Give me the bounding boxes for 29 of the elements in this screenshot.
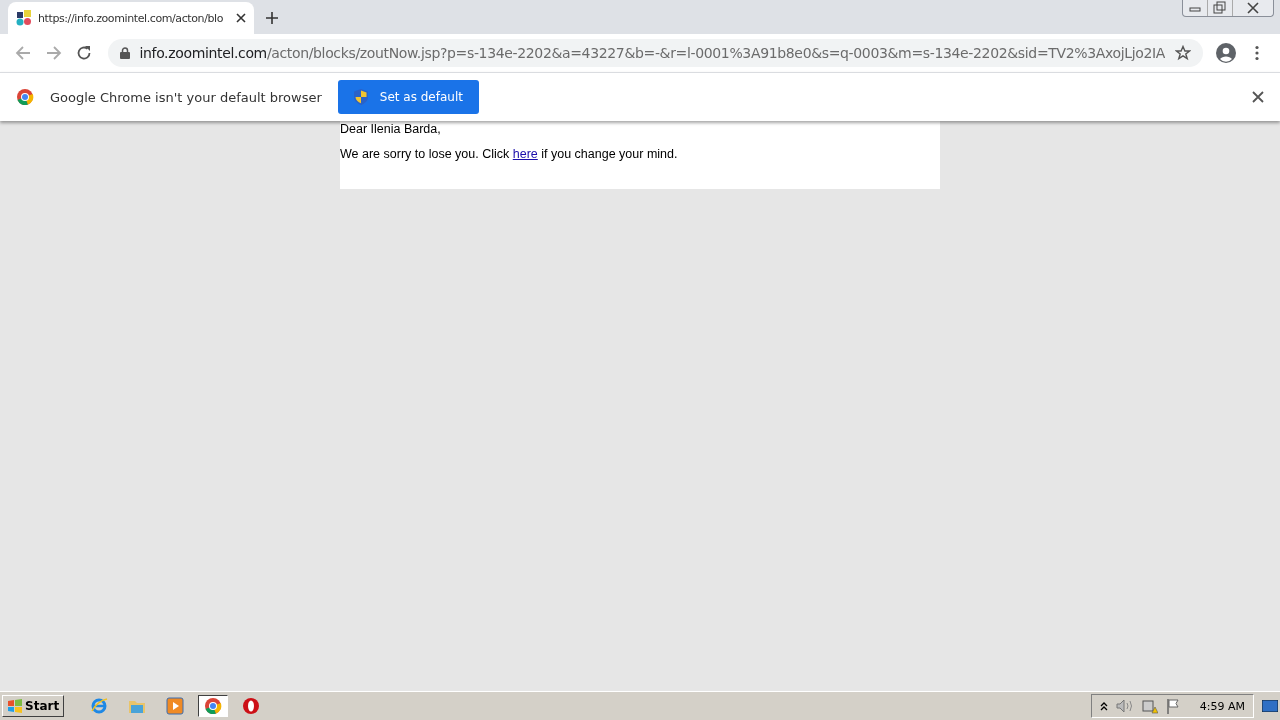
message-text: We are sorry to lose you. Click here if you change your mind. [340,147,679,161]
infobar-message: Google Chrome isn't your default browser [50,89,322,105]
browser-tab[interactable]: https://info.zoomintel.com/acton/blo [8,2,254,34]
chrome-icon[interactable] [204,697,223,715]
favicon-icon [16,10,32,26]
account-icon[interactable] [1216,43,1237,63]
flag-icon[interactable] [1165,698,1180,714]
lock-icon [119,47,130,59]
speaker-icon[interactable] [1115,699,1134,713]
windows-logo-icon [7,699,23,713]
ie-icon[interactable] [90,697,109,715]
here-link[interactable]: here [512,147,538,161]
tab-title: https://info.zoomintel.com/acton/blo [38,11,225,25]
opera-icon[interactable] [242,697,261,715]
chrome-logo-icon [16,88,34,106]
chevron-up-icon[interactable] [1099,701,1108,711]
shield-icon [353,89,368,105]
start-button[interactable]: Start [2,695,65,717]
star-icon[interactable] [1175,45,1191,61]
plus-icon [266,11,278,24]
menu-icon[interactable] [1254,45,1259,61]
network-warning-icon[interactable] [1141,698,1158,714]
reload-icon[interactable] [76,45,93,61]
set-default-button[interactable]: Set as default [337,80,479,114]
clock-time: 4:59 AM [1199,699,1245,713]
media-player-icon[interactable] [166,697,185,715]
greeting-text: Dear Ilenia Barda, [340,122,442,136]
close-icon[interactable] [236,13,246,23]
close-icon[interactable] [1252,91,1264,103]
